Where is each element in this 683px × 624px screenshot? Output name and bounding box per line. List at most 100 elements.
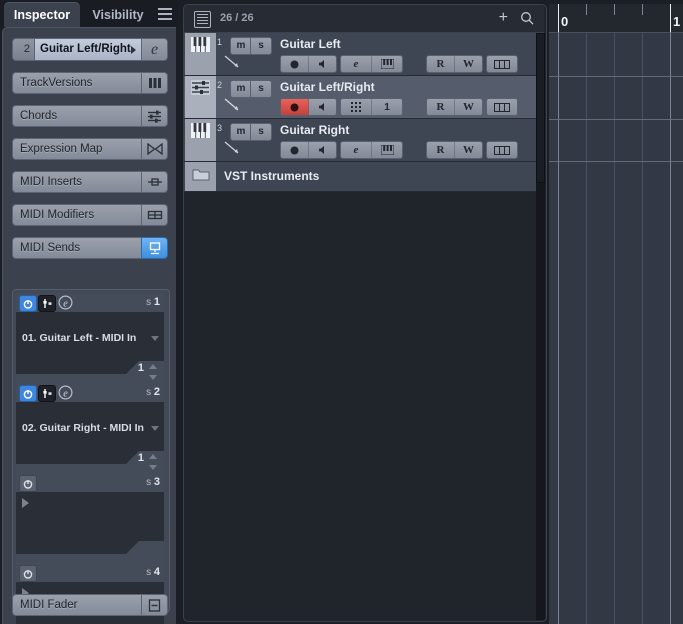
chevron-down-icon[interactable] [151,336,159,341]
power-icon[interactable] [19,385,37,402]
versions-icon[interactable] [141,72,168,94]
read-automation-button[interactable]: R [427,56,455,72]
fader-icon[interactable] [141,594,168,616]
grid-dots-icon[interactable] [341,99,372,115]
plus-icon[interactable]: + [499,10,508,26]
edit-icon[interactable]: e [341,142,372,158]
chevron-down-icon[interactable] [151,426,159,431]
send-value-stepper[interactable] [149,453,158,471]
chevron-right-icon[interactable] [131,46,136,54]
send-routing-area[interactable]: 01. Guitar Left - MIDI In [16,312,164,361]
record-enable-button[interactable] [281,142,309,158]
record-enable-button[interactable] [281,56,309,72]
lanes-group[interactable] [486,98,518,116]
record-monitor-group[interactable] [280,98,337,116]
edit-instrument-group[interactable]: e [340,141,403,159]
arrange-area[interactable]: 0 1 [549,4,683,624]
hamburger-icon[interactable] [158,8,172,20]
table-row[interactable]: 1 m s Guitar Left e R W [184,33,544,76]
lanes-group[interactable] [486,55,518,73]
lanes-icon[interactable] [487,56,517,72]
section-trackversions[interactable]: TrackVersions [12,72,168,94]
sends-icon[interactable] [141,237,168,259]
power-icon[interactable] [19,475,37,492]
send-slot-2[interactable]: e s 2 02. Guitar Right - MIDI In 1 [16,383,164,473]
section-midi-sends[interactable]: MIDI Sends [12,237,168,259]
write-automation-button[interactable]: W [455,99,482,115]
solo-button[interactable]: s [250,80,272,98]
mute-button[interactable]: m [230,123,251,141]
volume-handle-icon[interactable] [224,98,246,112]
table-row[interactable]: 3 m s Guitar Right e R W [184,119,544,162]
send-value-stepper[interactable] [149,363,158,381]
section-midi-inserts[interactable]: MIDI Inserts [12,171,168,193]
lanes-icon[interactable] [487,99,517,115]
section-midi-modifiers[interactable]: MIDI Modifiers [12,204,168,226]
record-monitor-group[interactable] [280,141,337,159]
track-name-text: Guitar Left/Right [40,43,131,55]
tracklist-scrollbar-thumb[interactable] [536,33,545,183]
mute-button[interactable]: m [230,37,251,55]
mute-button[interactable]: m [230,80,251,98]
edit-instrument-button[interactable]: e [141,38,168,61]
volume-handle-icon[interactable] [224,55,246,69]
tab-inspector[interactable]: Inspector [4,2,80,27]
lanes-group[interactable] [486,141,518,159]
table-row-folder[interactable]: VST Instruments [184,162,544,192]
timeline-ruler[interactable]: 0 1 [549,4,683,33]
write-automation-button[interactable]: W [455,142,482,158]
power-icon[interactable] [19,565,37,582]
slot-corner-fill [16,451,126,464]
send-slot-3[interactable]: s 3 [16,473,164,563]
inserts-icon[interactable] [141,171,168,193]
track-name-field[interactable]: Guitar Left/Right [34,38,141,61]
send-value-area[interactable]: 1 [16,451,164,473]
automation-group[interactable]: R W [426,55,483,73]
read-automation-button[interactable]: R [427,99,455,115]
monitor-speaker-icon[interactable] [309,99,336,115]
send-slot-1[interactable]: e s 1 01. Guitar Left - MIDI In 1 [16,293,164,383]
send-routing-icon[interactable] [38,295,56,312]
monitor-speaker-icon[interactable] [309,56,336,72]
automation-group[interactable]: R W [426,141,483,159]
section-expression-map[interactable]: Expression Map [12,138,168,160]
lanes-icon[interactable] [487,142,517,158]
tab-visibility[interactable]: Visibility [84,2,152,27]
channel-count[interactable]: 1 [372,99,402,115]
edit-instrument-group[interactable]: e [340,55,403,73]
modifiers-icon[interactable] [141,204,168,226]
expand-triangle-icon[interactable] [22,498,29,508]
search-icon[interactable] [520,11,534,25]
volume-handle-icon[interactable] [224,141,246,155]
solo-button[interactable]: s [250,123,272,141]
section-midi-fader[interactable]: MIDI Fader [12,594,168,616]
send-value-area[interactable]: 1 [16,361,164,383]
table-row[interactable]: 2 m s Guitar Left/Right 1 R W [184,76,544,119]
edit-icon[interactable]: e [341,56,372,72]
channel-group[interactable]: 1 [340,98,403,116]
send-routing-area[interactable]: 02. Guitar Right - MIDI In [16,402,164,451]
chords-icon[interactable] [141,105,168,127]
section-chords[interactable]: Chords [12,105,168,127]
track-divider-line [549,119,683,120]
record-enable-button[interactable] [281,99,309,115]
send-value-area[interactable] [16,541,164,563]
send-edit-icon[interactable]: e [57,385,73,400]
send-routing-icon[interactable] [38,385,56,402]
power-icon[interactable] [19,295,37,312]
send-value[interactable]: 1 [138,452,144,464]
piano-keys-icon[interactable] [372,56,402,72]
monitor-speaker-icon[interactable] [309,142,336,158]
piano-keys-icon[interactable] [372,142,402,158]
write-automation-button[interactable]: W [455,56,482,72]
automation-group[interactable]: R W [426,98,483,116]
read-automation-button[interactable]: R [427,142,455,158]
track-name-row[interactable]: 2 Guitar Left/Right e [12,38,168,61]
send-edit-icon[interactable]: e [57,295,73,310]
solo-button[interactable]: s [250,37,272,55]
send-value[interactable]: 1 [138,362,144,374]
list-icon[interactable] [194,11,211,28]
send-routing-area[interactable] [16,492,164,541]
record-monitor-group[interactable] [280,55,337,73]
expression-map-icon[interactable] [141,138,168,160]
